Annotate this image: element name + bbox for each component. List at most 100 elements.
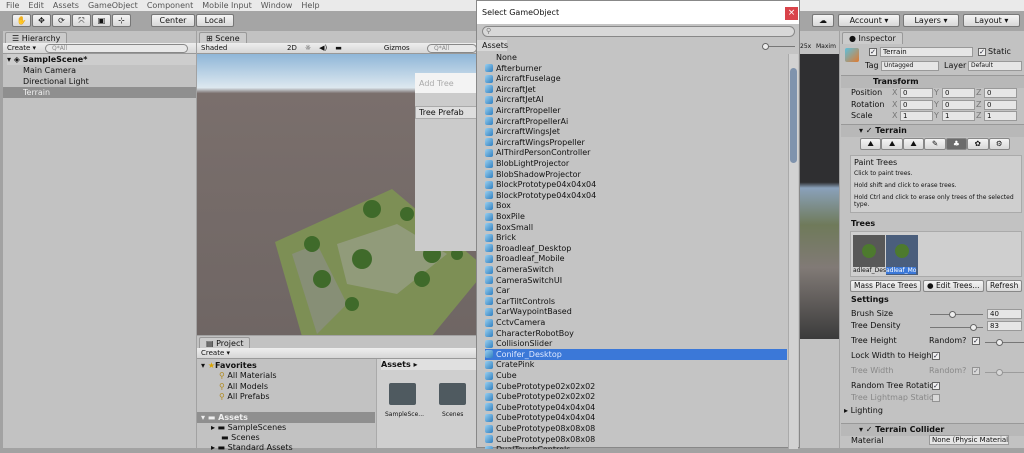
lighting-foldout[interactable]: ▸ Lighting — [844, 406, 883, 415]
transform-z-field[interactable]: 0 — [984, 99, 1017, 110]
raise-terrain-icon[interactable]: ⛰ — [860, 138, 882, 150]
gameobject-list-item[interactable]: BlockPrototype04x04x04 — [485, 190, 787, 201]
scrollbar[interactable] — [788, 54, 798, 449]
tree-prefab-field[interactable]: Tree Prefab — [415, 106, 477, 119]
folder-icon[interactable] — [439, 383, 466, 405]
gameobject-list-item[interactable]: DualTouchControls — [485, 444, 787, 449]
transform-z-field[interactable]: 1 — [984, 111, 1017, 121]
paint-height-icon[interactable]: ⛰ — [881, 138, 903, 150]
slider-knob[interactable] — [762, 43, 769, 50]
brush-size-field[interactable]: 40 — [987, 309, 1022, 319]
terrain-header[interactable]: ▾ ✓ Terrain — [841, 124, 1024, 137]
favorite-all-materials[interactable]: ⚲ All Materials — [219, 370, 277, 381]
icon-size-slider[interactable] — [762, 43, 795, 50]
transform-x-field[interactable]: 0 — [900, 99, 933, 110]
tree-height-range-slider[interactable] — [985, 339, 1024, 346]
effects-toggle-icon[interactable]: ▬ — [335, 44, 342, 52]
gameobject-list-item[interactable]: CctvCamera — [485, 317, 787, 328]
gameobject-list-item[interactable]: AircraftWingsPropeller — [485, 137, 787, 148]
gameobject-list-item[interactable]: BlockPrototype04x04x04 — [485, 179, 787, 190]
gameobject-list-item[interactable]: Cube — [485, 370, 787, 381]
tree-height-random-checkbox[interactable]: ✓ — [972, 337, 980, 345]
static-checkbox[interactable]: ✓ — [978, 48, 986, 56]
gameobject-list-item[interactable]: AircraftFuselage — [485, 73, 787, 84]
menu-assets[interactable]: Assets — [53, 1, 79, 10]
pivot-center-button[interactable]: Center — [151, 14, 195, 27]
terrain-settings-icon[interactable]: ⚙ — [988, 138, 1010, 150]
refresh-button[interactable]: Refresh — [986, 280, 1023, 292]
gameobject-list-item[interactable]: AircraftPropellerAi — [485, 116, 787, 127]
folder-label[interactable]: Scenes — [442, 409, 463, 420]
transform-header[interactable]: Transform — [841, 75, 1024, 88]
gameobject-list-item[interactable]: CubePrototype04x04x04 — [485, 412, 787, 423]
layer-dropdown[interactable]: Default — [968, 61, 1022, 71]
gameobject-list-item[interactable]: AircraftJet — [485, 84, 787, 95]
transform-y-field[interactable]: 0 — [942, 88, 975, 98]
maximize-label[interactable]: Maxim — [816, 41, 836, 52]
gameobject-list-item[interactable]: AircraftJetAI — [485, 94, 787, 105]
gameobject-list-item[interactable]: None — [485, 52, 787, 63]
gameobject-list-item[interactable]: CarTiltControls — [485, 296, 787, 307]
2d-toggle[interactable]: 2D — [287, 44, 297, 52]
account-dropdown[interactable]: Account ▾ — [838, 14, 900, 27]
gameobject-list-item[interactable]: CubePrototype08x08x08 — [485, 423, 787, 434]
lightmap-static-checkbox[interactable] — [932, 394, 940, 402]
edit-trees-button[interactable]: ● Edit Trees... — [923, 280, 984, 292]
paint-texture-icon[interactable]: ✎ — [924, 138, 946, 150]
audio-toggle-icon[interactable]: ◀) — [319, 44, 327, 52]
gameobject-list-item[interactable]: Box — [485, 200, 787, 211]
smooth-height-icon[interactable]: ⛰ — [902, 138, 925, 150]
tag-dropdown[interactable]: Untagged — [881, 61, 939, 71]
gameobject-list-item[interactable]: CameraSwitchUI — [485, 275, 787, 286]
transform-y-field[interactable]: 0 — [942, 99, 975, 110]
lighting-toggle-icon[interactable]: ☼ — [305, 44, 311, 52]
paint-trees-icon[interactable]: ♣ — [945, 138, 968, 150]
gameobject-list-item[interactable]: AircraftPropeller — [485, 105, 787, 116]
menu-help[interactable]: Help — [301, 1, 319, 10]
slider-knob[interactable] — [970, 324, 977, 331]
gameobject-list-item[interactable]: CubePrototype04x04x04 — [485, 402, 787, 413]
gameobject-list-item[interactable]: BlobLightProjector — [485, 158, 787, 169]
gameobject-list-item[interactable]: Broadleaf_Desktop — [485, 243, 787, 254]
name-field[interactable]: Terrain — [880, 47, 973, 57]
transform-tool-icon[interactable]: ⊹ — [112, 14, 131, 27]
hierarchy-search-input[interactable]: Q*All — [45, 44, 188, 53]
hierarchy-item-terrain[interactable]: Terrain — [3, 87, 196, 98]
active-checkbox[interactable]: ✓ — [869, 48, 877, 56]
tree-thumbnail[interactable] — [853, 235, 885, 267]
gameobject-list-item[interactable]: CameraSwitch — [485, 264, 787, 275]
gameobject-list-item[interactable]: CubePrototype02x02x02 — [485, 381, 787, 392]
mass-place-trees-button[interactable]: Mass Place Trees — [850, 280, 922, 292]
slider-knob[interactable] — [996, 369, 1003, 376]
slider-knob[interactable] — [949, 311, 956, 318]
scrollbar-thumb[interactable] — [790, 68, 797, 163]
gameobject-list-item[interactable]: CubePrototype02x02x02 — [485, 391, 787, 402]
transform-y-field[interactable]: 1 — [942, 111, 975, 121]
tree-width-random-checkbox[interactable]: ✓ — [972, 367, 980, 375]
favorite-all-prefabs[interactable]: ⚲ All Prefabs — [219, 391, 270, 402]
cloud-icon[interactable]: ☁ — [812, 14, 834, 27]
folder-label[interactable]: SampleSce... — [385, 409, 424, 420]
scene-root[interactable]: ▾ ◈ SampleScene* — [7, 54, 196, 65]
menu-mobile-input[interactable]: Mobile Input — [202, 1, 252, 10]
hierarchy-item-main-camera[interactable]: Main Camera — [23, 65, 76, 76]
menu-gameobject[interactable]: GameObject — [88, 1, 138, 10]
transform-x-field[interactable]: 0 — [900, 88, 933, 98]
close-button[interactable]: × — [785, 7, 798, 20]
create-button[interactable]: Create — [7, 44, 30, 52]
tree-density-field[interactable]: 83 — [987, 321, 1022, 331]
dialog-search-input[interactable]: ⚲ — [482, 26, 795, 37]
scale-tool-icon[interactable]: ⤧ — [72, 14, 91, 27]
tree-width-range-slider[interactable] — [985, 369, 1024, 376]
gameobject-list-item[interactable]: Broadleaf_Mobile — [485, 253, 787, 264]
gameobject-list-item[interactable]: AircraftWingsJet — [485, 126, 787, 137]
random-rotation-checkbox[interactable]: ✓ — [932, 382, 940, 390]
move-tool-icon[interactable]: ✥ — [32, 14, 51, 27]
gizmos-dropdown[interactable]: Gizmos — [384, 44, 410, 52]
tree-density-slider[interactable] — [930, 324, 983, 331]
shading-dropdown[interactable]: Shaded — [201, 44, 281, 52]
folder-icon[interactable] — [389, 383, 416, 405]
project-create-button[interactable]: Create — [201, 349, 224, 357]
rotate-tool-icon[interactable]: ⟳ — [52, 14, 71, 27]
menu-window[interactable]: Window — [261, 1, 293, 10]
